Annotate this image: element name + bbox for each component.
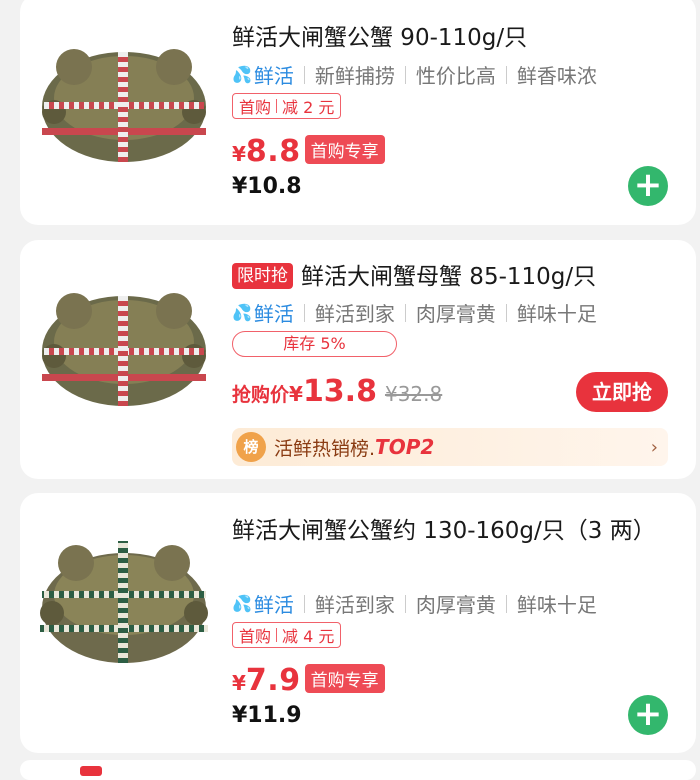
product-card[interactable]: 鲜活大闸蟹公蟹 90-110g/只 💦 鲜活 新鲜捕捞 性价比高 鲜香味浓 首购减…	[20, 0, 696, 225]
tag: 鲜活到家	[314, 302, 395, 326]
current-price: ¥8.8 首购专享	[232, 134, 385, 169]
chevron-right-icon: ›	[650, 436, 658, 458]
plus-icon: +	[633, 165, 663, 205]
flash-price: 抢购价 ¥13.8 ¥32.8	[232, 374, 443, 409]
first-purchase-badge: 首购专享	[304, 135, 385, 164]
rank-badge-icon: 榜	[236, 432, 266, 462]
stock-indicator: 库存 5%	[232, 331, 397, 357]
ranking-banner[interactable]: 榜 活鲜热销榜. TOP2 ›	[232, 428, 668, 466]
product-title[interactable]: 鲜活大闸蟹公蟹 90-110g/只	[232, 22, 670, 54]
first-purchase-badge: 首购专享	[304, 664, 385, 693]
tag: 鲜活到家	[314, 593, 395, 617]
fresh-label: 💦 鲜活	[232, 302, 294, 326]
crab-image	[40, 541, 208, 663]
product-title[interactable]: 鲜活大闸蟹公蟹约 130-160g/只（3 两）	[232, 515, 670, 547]
water-drops-icon: 💦	[232, 594, 252, 613]
rank-top: TOP2	[375, 435, 435, 459]
tag: 鲜味十足	[516, 593, 597, 617]
product-title[interactable]: 限时抢 鲜活大闸蟹母蟹 85-110g/只	[232, 261, 670, 293]
plus-icon: +	[633, 694, 663, 734]
fresh-label: 💦 鲜活	[232, 64, 294, 88]
flash-sale-badge: 限时抢	[232, 263, 293, 289]
crab-image	[42, 293, 206, 406]
product-tags: 💦 鲜活 鲜活到家 肉厚膏黄 鲜味十足	[232, 298, 597, 327]
tag: 性价比高	[415, 64, 496, 88]
water-drops-icon: 💦	[232, 303, 252, 322]
original-price: ¥11.9	[232, 703, 302, 728]
fresh-label: 💦 鲜活	[232, 593, 294, 617]
tag: 鲜香味浓	[516, 64, 597, 88]
tag: 鲜味十足	[516, 302, 597, 326]
strike-price: ¥32.8	[384, 382, 443, 406]
tag: 新鲜捕捞	[314, 64, 395, 88]
crab-image	[42, 49, 206, 162]
product-card[interactable]: 限时抢 鲜活大闸蟹母蟹 85-110g/只 💦 鲜活 鲜活到家 肉厚膏黄 鲜味十足 …	[20, 240, 696, 479]
coupon-badge: 首购减 4 元	[232, 622, 342, 648]
coupon-badge: 首购减 2 元	[232, 93, 342, 119]
product-tags: 💦 鲜活 新鲜捕捞 性价比高 鲜香味浓	[232, 60, 597, 89]
original-price: ¥10.8	[232, 174, 302, 199]
rank-label: 活鲜热销榜.	[274, 437, 376, 460]
add-to-cart-button[interactable]: +	[628, 166, 668, 206]
buy-now-button[interactable]: 立即抢	[576, 372, 668, 412]
product-card[interactable]	[20, 760, 696, 780]
tag: 肉厚膏黄	[415, 302, 496, 326]
water-drops-icon: 💦	[232, 65, 252, 84]
tag: 肉厚膏黄	[415, 593, 496, 617]
badge-peek	[80, 766, 102, 776]
product-tags: 💦 鲜活 鲜活到家 肉厚膏黄 鲜味十足	[232, 589, 597, 618]
add-to-cart-button[interactable]: +	[628, 695, 668, 735]
product-card[interactable]: 鲜活大闸蟹公蟹约 130-160g/只（3 两） 💦 鲜活 鲜活到家 肉厚膏黄 鲜…	[20, 493, 696, 753]
current-price: ¥7.9 首购专享	[232, 663, 385, 698]
